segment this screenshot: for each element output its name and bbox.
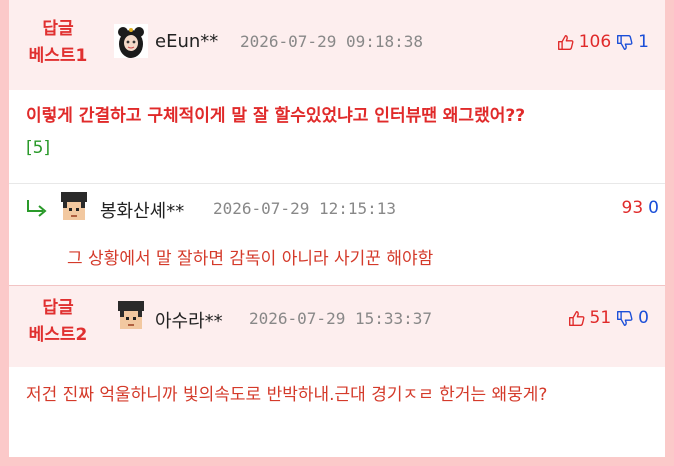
comment-2-body: 저건 진짜 억울하니까 빛의속도로 반박하내.근대 경기ㅈㄹ 한거는 왜뭉게?: [26, 385, 548, 405]
reply-item: 봉화산셰** 2026-07-29 12:15:13 93 0 그 상황에서 말…: [9, 188, 665, 283]
upvote-count: 51: [589, 308, 612, 328]
divider: [9, 183, 665, 184]
avatar[interactable]: [114, 24, 148, 58]
vote-counts: 51 0: [568, 308, 649, 328]
avatar[interactable]: [57, 190, 91, 224]
badge-rank: 베스트2: [28, 325, 88, 345]
badge-label: 답글: [42, 298, 74, 318]
downvote-count: 1: [638, 32, 649, 52]
nickname[interactable]: 봉화산셰**: [100, 197, 184, 223]
thumbs-up-icon[interactable]: [568, 310, 585, 327]
timestamp: 2026-07-29 12:15:13: [213, 199, 397, 218]
upvote-count: 106: [578, 32, 612, 52]
timestamp: 2026-07-29 15:33:37: [249, 309, 433, 328]
reply-arrow-icon: [27, 200, 47, 217]
thumbs-up-icon[interactable]: [557, 34, 574, 51]
thumbs-down-icon[interactable]: [616, 310, 633, 327]
nickname[interactable]: eEun**: [155, 31, 218, 52]
downvote-count: 0: [648, 198, 659, 218]
avatar[interactable]: [114, 299, 148, 333]
vote-counts: 106 1: [557, 32, 649, 52]
badge-rank: 베스트1: [28, 46, 88, 66]
best-badge-1: 답글 베스트1: [23, 16, 93, 70]
best-badge-2: 답글 베스트2: [23, 295, 93, 349]
downvote-count: 0: [638, 308, 649, 328]
nickname[interactable]: 아수라**: [155, 307, 223, 333]
best-comment-1-header: 답글 베스트1 eEun** 2026-07-29 09:18:38 106 1: [9, 0, 665, 90]
comment-1-body: 이렇게 간결하고 구체적이게 말 잘 할수있었냐고 인터뷰땐 왜그랬어?? [5…: [26, 100, 646, 164]
badge-label: 답글: [42, 19, 74, 39]
timestamp: 2026-07-29 09:18:38: [240, 32, 424, 51]
upvote-count: 93: [621, 198, 644, 218]
reply-count-link[interactable]: [5]: [26, 132, 646, 164]
comment-text: 이렇게 간결하고 구체적이게 말 잘 할수있었냐고 인터뷰땐 왜그랬어??: [26, 106, 526, 126]
reply-text: 그 상황에서 말 잘하면 감독이 아니라 사기꾼 해야함: [67, 249, 434, 269]
best-comment-2-header: 답글 베스트2 아수라** 2026-07-29 15:33:37 51 0: [9, 285, 665, 367]
vote-counts: 93 0: [622, 198, 659, 218]
thumbs-down-icon[interactable]: [616, 34, 633, 51]
